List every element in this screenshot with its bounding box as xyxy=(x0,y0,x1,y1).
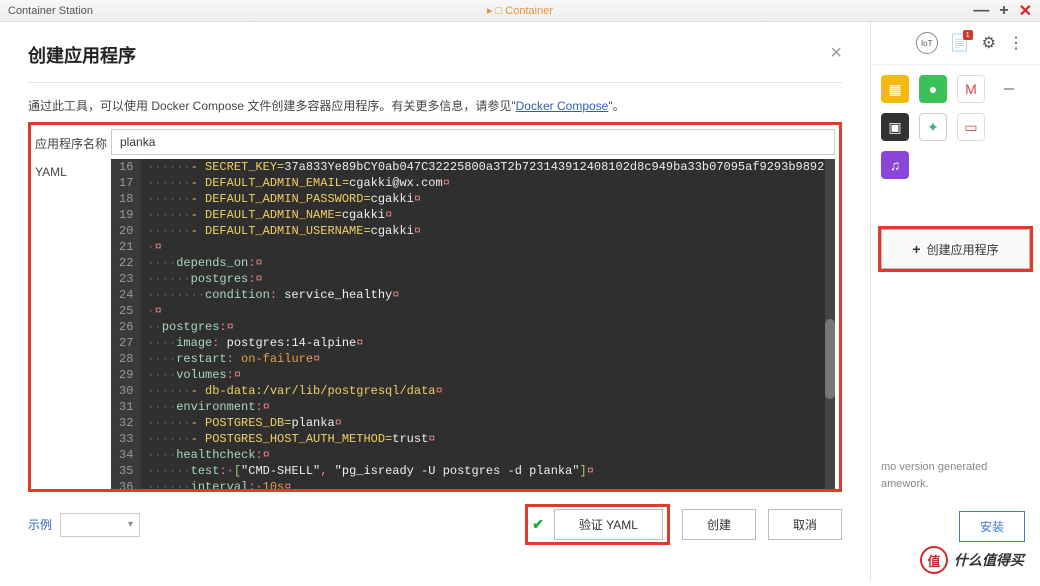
settings-icon[interactable]: ⚙ xyxy=(982,33,996,53)
top-icon-row: IoT 📄1 ⚙ ⋮ xyxy=(871,22,1040,65)
close-button[interactable]: ✕ xyxy=(1019,1,1032,21)
create-application-button[interactable]: + 创建应用程序 xyxy=(881,229,1030,269)
right-sidebar: IoT 📄1 ⚙ ⋮ ▦ ● M ▣ ✦ ▭ ♫ + 创建应用程序 mo ver… xyxy=(870,22,1040,582)
notification-count: 1 xyxy=(963,30,973,40)
calendar-app-icon[interactable]: ▭ xyxy=(957,113,985,141)
editor-scrollbar-thumb[interactable] xyxy=(825,319,835,399)
create-app-modal: 创建应用程序 × 通过此工具，可以使用 Docker Compose 文件创建多… xyxy=(0,22,870,582)
minimize-button[interactable]: — xyxy=(973,2,989,20)
chat-app-icon[interactable]: ● xyxy=(919,75,947,103)
watermark: 值 什么值得买 xyxy=(912,542,1032,578)
menu-icon[interactable]: ⋮ xyxy=(1008,33,1024,53)
docker-compose-link[interactable]: Docker Compose xyxy=(516,99,609,113)
validate-highlight: ✔ 验证 YAML xyxy=(525,504,670,545)
app-shortcut-grid: ▦ ● M ▣ ✦ ▭ ♫ xyxy=(871,65,1040,189)
titlebar: Container Station ▸ □ Container — + ✕ xyxy=(0,0,1040,22)
example-dropdown[interactable]: ▾ xyxy=(60,513,140,537)
modal-close-icon[interactable]: × xyxy=(830,42,842,65)
plus-icon: + xyxy=(912,241,920,257)
window-controls: — + ✕ xyxy=(973,1,1032,21)
divider xyxy=(28,82,842,83)
modal-footer: 示例 ▾ ✔ 验证 YAML 创建 取消 xyxy=(28,504,842,545)
check-icon: ✔ xyxy=(532,516,544,533)
modal-title: 创建应用程序 xyxy=(28,42,136,68)
desc-suffix: "。 xyxy=(608,99,624,113)
app-name-input[interactable] xyxy=(111,129,835,155)
app-title: Container Station xyxy=(8,5,93,17)
titlebar-center: ▸ □ Container xyxy=(487,4,553,17)
iot-icon[interactable]: IoT xyxy=(916,32,938,54)
editor-scrollbar-track[interactable] xyxy=(825,159,835,489)
yaml-editor[interactable]: 1617181920212223242526272829303132333435… xyxy=(111,159,835,489)
create-button[interactable]: 创建 xyxy=(682,509,756,540)
maximize-button[interactable]: + xyxy=(999,2,1008,20)
watermark-text: 什么值得买 xyxy=(954,550,1024,570)
browser-app-icon[interactable]: ✦ xyxy=(919,113,947,141)
mail-app-icon[interactable]: M xyxy=(957,75,985,103)
app-name-label: 应用程序名称 xyxy=(31,129,111,152)
info-text: mo version generated amework. xyxy=(881,459,1030,492)
music-app-icon[interactable]: ♫ xyxy=(881,151,909,179)
form-highlight-area: 应用程序名称 YAML 1617181920212223242526272829… xyxy=(28,122,842,492)
editor-gutter: 1617181920212223242526272829303132333435… xyxy=(111,159,141,489)
folder-app-icon[interactable]: ▦ xyxy=(881,75,909,103)
yaml-label: YAML xyxy=(31,159,111,489)
cancel-button[interactable]: 取消 xyxy=(768,509,842,540)
video-app-icon[interactable]: ▣ xyxy=(881,113,909,141)
desc-prefix: 通过此工具，可以使用 Docker Compose 文件创建多容器应用程序。有关… xyxy=(28,99,516,113)
chevron-down-icon: ▾ xyxy=(128,519,133,530)
notification-icon[interactable]: 📄1 xyxy=(950,33,970,53)
watermark-badge: 值 xyxy=(920,546,948,574)
blank-tile xyxy=(995,113,1023,141)
editor-code[interactable]: ······- SECRET_KEY=37a833Ye89bCY0ab047C3… xyxy=(141,159,835,489)
modal-description: 通过此工具，可以使用 Docker Compose 文件创建多容器应用程序。有关… xyxy=(28,97,842,116)
divider-icon xyxy=(995,75,1023,103)
validate-yaml-button[interactable]: 验证 YAML xyxy=(554,509,663,540)
create-button-label: 创建应用程序 xyxy=(927,241,999,258)
app-window: Container Station ▸ □ Container — + ✕ Io… xyxy=(0,0,1040,586)
example-label: 示例 xyxy=(28,516,52,533)
install-button[interactable]: 安装 xyxy=(959,511,1025,542)
